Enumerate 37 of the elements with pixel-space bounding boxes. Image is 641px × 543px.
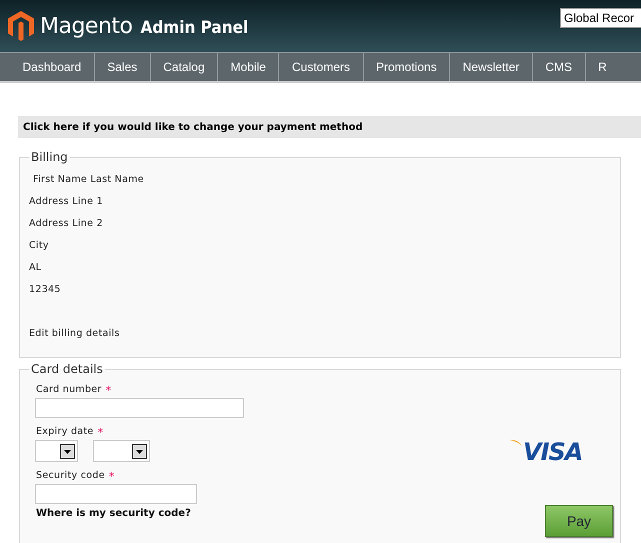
change-payment-link[interactable]: Click here if you would like to change your payment method <box>23 122 363 132</box>
edit-billing-link[interactable]: Edit billing details <box>29 328 612 340</box>
address-line: Address Line 2 <box>29 218 104 230</box>
card-legend: Card details <box>29 362 105 376</box>
logo-icon <box>8 11 34 41</box>
nav-item[interactable]: Promotions <box>364 53 450 81</box>
address-line: Address Line 1 <box>29 196 104 208</box>
security-code-help-link[interactable]: Where is my security code? <box>36 508 329 519</box>
address-line: AL <box>29 262 42 274</box>
swoosh-icon <box>510 438 522 448</box>
address-line: First Name Last Name <box>33 174 145 186</box>
card-brand-logo: VISA <box>523 438 582 466</box>
dropdown[interactable] <box>35 440 78 462</box>
field-label: Security code <box>36 470 105 483</box>
required-mark: * <box>108 470 115 483</box>
pay-button[interactable]: Pay <box>545 505 613 537</box>
nav-item[interactable]: CMS <box>532 53 586 81</box>
nav-item[interactable]: Customers <box>279 53 364 81</box>
billing-legend: Billing <box>29 150 70 164</box>
address-line: 12345 <box>29 284 62 296</box>
address-line: City <box>29 240 50 252</box>
required-mark: * <box>98 426 104 439</box>
nav-item[interactable]: Newsletter <box>450 53 533 81</box>
nav-item[interactable]: Mobile <box>218 53 280 81</box>
nav-item[interactable]: Catalog <box>150 53 218 81</box>
nav-item[interactable]: Dashboard <box>10 53 95 81</box>
nav-item[interactable]: Sales <box>94 53 151 81</box>
input-field[interactable] <box>35 398 244 418</box>
input-field[interactable] <box>35 484 197 504</box>
field-label: Card number <box>36 384 102 397</box>
search-field[interactable]: Global Recor <box>560 8 641 28</box>
dropdown[interactable] <box>93 440 150 462</box>
required-mark: * <box>106 384 112 397</box>
field-label: Expiry date <box>36 426 94 439</box>
brand-subtitle: Admin Panel <box>140 18 248 38</box>
brand-name: Magento <box>40 14 132 38</box>
nav-item[interactable]: R <box>586 53 620 81</box>
